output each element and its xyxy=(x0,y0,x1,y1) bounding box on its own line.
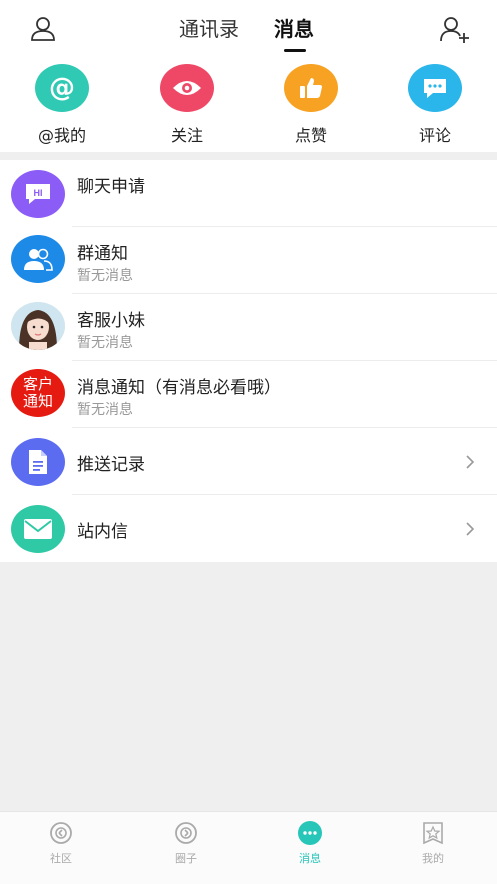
item-title: 消息通知（有消息必看哦） xyxy=(77,378,281,398)
message-icon xyxy=(297,820,323,846)
nav-label: 我的 xyxy=(422,852,444,865)
hi-chat-icon: HI xyxy=(11,170,65,218)
nav-label: 圈子 xyxy=(175,852,197,865)
message-list: HI 聊天申请 群通知 暂无消息 客服小妹 暂无消息 客户 通知 消息通知（有消… xyxy=(0,160,497,562)
quick-comment[interactable]: 评论 xyxy=(395,64,475,146)
svg-text:HI: HI xyxy=(34,188,43,198)
circle-icon xyxy=(173,820,199,846)
list-item[interactable]: 群通知 暂无消息 xyxy=(0,227,497,294)
thumbs-up-icon xyxy=(284,64,338,112)
quick-label: 关注 xyxy=(170,126,203,145)
mail-icon xyxy=(11,505,65,553)
quick-label: 点赞 xyxy=(294,126,327,145)
nav-label: 消息 xyxy=(299,852,321,865)
list-item[interactable]: HI 聊天申请 xyxy=(0,160,497,227)
item-title: 站内信 xyxy=(77,522,128,542)
comment-icon xyxy=(408,64,462,112)
nav-messages[interactable]: 消息 xyxy=(275,820,345,866)
quick-label: @我的 xyxy=(37,126,86,145)
profile-star-icon xyxy=(420,820,446,846)
active-tab-indicator xyxy=(284,49,306,52)
list-item[interactable]: 站内信 xyxy=(0,495,497,562)
quick-like[interactable]: 点赞 xyxy=(271,64,351,146)
item-subtitle: 暂无消息 xyxy=(77,402,133,418)
document-icon xyxy=(11,438,65,486)
community-icon xyxy=(48,820,74,846)
tab-contacts[interactable]: 通讯录 xyxy=(179,16,239,42)
chevron-right-icon xyxy=(465,454,475,469)
list-item[interactable]: 客户 通知 消息通知（有消息必看哦） 暂无消息 xyxy=(0,361,497,428)
group-icon xyxy=(11,235,65,283)
list-item[interactable]: 推送记录 xyxy=(0,428,497,495)
user-icon[interactable] xyxy=(28,14,58,44)
section-separator xyxy=(0,152,497,160)
at-icon: @ xyxy=(35,64,89,112)
customer-notice-icon: 客户 通知 xyxy=(11,369,65,417)
notice-glyph-line2: 通知 xyxy=(22,392,53,410)
add-user-icon[interactable] xyxy=(438,14,472,44)
top-bar: 通讯录 消息 xyxy=(0,0,497,56)
item-title: 群通知 xyxy=(77,244,128,264)
quick-actions: @ @我的 关注 点赞 评论 xyxy=(0,56,497,152)
bottom-nav: 社区 圈子 消息 我的 xyxy=(0,811,497,884)
nav-profile[interactable]: 我的 xyxy=(398,820,468,866)
nav-label: 社区 xyxy=(50,852,72,865)
list-item[interactable]: 客服小妹 暂无消息 xyxy=(0,294,497,361)
quick-follow[interactable]: 关注 xyxy=(147,64,227,146)
tab-messages[interactable]: 消息 xyxy=(274,16,314,42)
notice-glyph-line1: 客户 xyxy=(22,375,53,393)
customer-service-avatar xyxy=(11,302,65,350)
item-subtitle: 暂无消息 xyxy=(77,268,133,284)
quick-label: 评论 xyxy=(418,126,451,145)
nav-circle[interactable]: 圈子 xyxy=(151,820,221,866)
nav-community[interactable]: 社区 xyxy=(26,820,96,866)
item-title: 推送记录 xyxy=(77,455,145,475)
quick-at-mine[interactable]: @ @我的 xyxy=(22,64,102,146)
item-title: 客服小妹 xyxy=(77,311,145,331)
eye-icon xyxy=(160,64,214,112)
item-subtitle: 暂无消息 xyxy=(77,335,133,351)
chevron-right-icon xyxy=(465,521,475,536)
item-title: 聊天申请 xyxy=(77,177,145,197)
